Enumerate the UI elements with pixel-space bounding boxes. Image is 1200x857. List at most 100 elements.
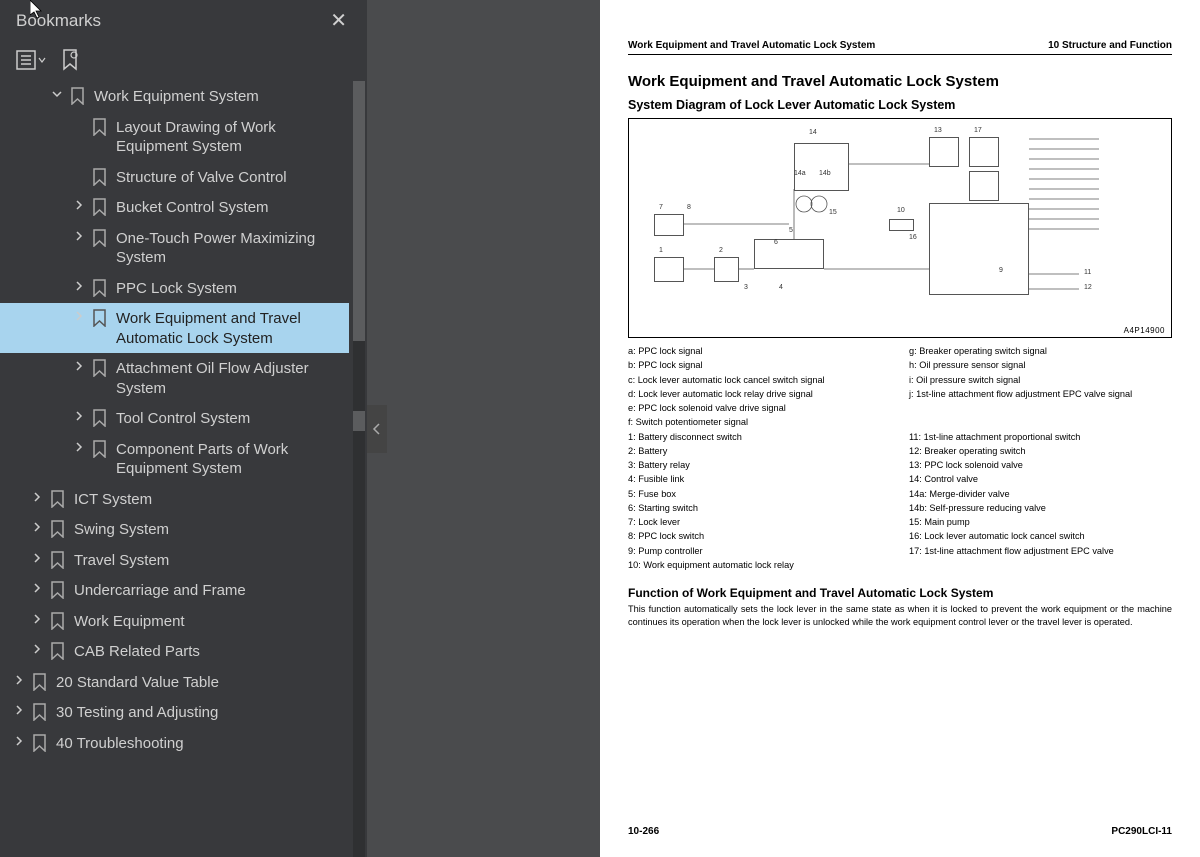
chevron-right-icon[interactable] [28,491,46,503]
collapse-sidebar-icon[interactable] [367,405,387,453]
chevron-right-icon[interactable] [70,199,88,211]
bookmark-item[interactable]: Travel System [0,545,349,576]
bookmark-item[interactable]: Undercarriage and Frame [0,575,349,606]
chevron-right-icon[interactable] [10,674,28,686]
bookmark-label: Bucket Control System [110,197,343,218]
bookmark-label: Work Equipment [68,611,343,632]
header-left: Work Equipment and Travel Automatic Lock… [628,40,875,51]
document-viewport[interactable]: Work Equipment and Travel Automatic Lock… [367,0,1200,857]
diagram-reference: A4P14900 [1124,326,1165,335]
bookmark-icon [88,279,110,297]
bookmark-icon [88,359,110,377]
legend-entry: 11: 1st-line attachment proportional swi… [909,430,1172,444]
bookmark-icon [88,198,110,216]
legend-entry: 14a: Merge-divider valve [909,487,1172,501]
bookmark-item[interactable]: PPC Lock System [0,273,349,304]
close-icon[interactable]: ✕ [322,4,355,37]
chevron-right-icon[interactable] [70,441,88,453]
bookmark-item[interactable]: Attachment Oil Flow Adjuster System [0,353,349,403]
legend-entry: i: Oil pressure switch signal [909,373,1172,387]
function-body: This function automatically sets the loc… [628,603,1172,629]
bookmark-item[interactable]: ICT System [0,484,349,515]
legend-left-column: a: PPC lock signalb: PPC lock signalc: L… [628,344,891,572]
bookmark-label: 20 Standard Value Table [50,672,343,693]
bookmark-label: CAB Related Parts [68,641,343,662]
legend-entry: 2: Battery [628,444,891,458]
scrollbar-thumb[interactable] [353,81,365,341]
chevron-right-icon[interactable] [28,552,46,564]
bookmark-icon [66,87,88,105]
bookmark-icon [46,520,68,538]
bookmark-label: PPC Lock System [110,278,343,299]
bookmark-item[interactable]: Component Parts of Work Equipment System [0,434,349,484]
bookmark-icon [88,440,110,458]
bookmarks-toolbar [0,41,367,81]
legend-entry: 7: Lock lever [628,515,891,529]
page-subtitle: System Diagram of Lock Lever Automatic L… [628,98,1172,112]
chevron-right-icon[interactable] [70,310,88,322]
bookmark-label: ICT System [68,489,343,510]
legend-entry: 16: Lock lever automatic lock cancel swi… [909,529,1172,543]
legend-entry: g: Breaker operating switch signal [909,344,1172,358]
bookmark-item[interactable]: Work Equipment [0,606,349,637]
legend-entry [909,415,1172,429]
legend-entry: 6: Starting switch [628,501,891,515]
chevron-down-icon[interactable] [48,88,66,100]
legend-entry: 8: PPC lock switch [628,529,891,543]
legend-entry: b: PPC lock signal [628,358,891,372]
options-icon[interactable] [16,50,46,70]
bookmark-item[interactable]: Work Equipment and Travel Automatic Lock… [0,303,349,353]
find-bookmark-icon[interactable] [60,49,80,71]
bookmark-item[interactable]: 30 Testing and Adjusting [0,697,349,728]
chevron-right-icon[interactable] [10,704,28,716]
document-page: Work Equipment and Travel Automatic Lock… [600,0,1200,857]
legend-entry [909,401,1172,415]
legend-entry: 14b: Self-pressure reducing valve [909,501,1172,515]
bookmark-label: One-Touch Power Maximizing System [110,228,343,268]
page-header: Work Equipment and Travel Automatic Lock… [628,40,1172,55]
chevron-right-icon[interactable] [10,735,28,747]
bookmark-label: Component Parts of Work Equipment System [110,439,343,479]
chevron-right-icon[interactable] [70,280,88,292]
bookmark-icon [46,551,68,569]
bookmark-item[interactable]: Work Equipment System [0,81,349,112]
chevron-right-icon[interactable] [28,613,46,625]
bookmark-item[interactable]: Structure of Valve Control [0,162,349,193]
bookmark-item[interactable]: Swing System [0,514,349,545]
legend-entry: 15: Main pump [909,515,1172,529]
chevron-right-icon[interactable] [28,521,46,533]
legend-entry: 1: Battery disconnect switch [628,430,891,444]
bookmark-item[interactable]: Tool Control System [0,403,349,434]
bookmark-label: 30 Testing and Adjusting [50,702,343,723]
bookmark-item[interactable]: Layout Drawing of Work Equipment System [0,112,349,162]
bookmark-icon [88,309,110,327]
legend-entry: 3: Battery relay [628,458,891,472]
legend-entry: 14: Control valve [909,472,1172,486]
bookmark-label: Layout Drawing of Work Equipment System [110,117,343,157]
bookmark-item[interactable]: 40 Troubleshooting [0,728,349,759]
bookmark-item[interactable]: Bucket Control System [0,192,349,223]
footer-right: PC290LCI-11 [1111,826,1172,837]
page-footer: 10-266 PC290LCI-11 [628,816,1172,837]
bookmark-icon [28,703,50,721]
bookmark-label: Work Equipment and Travel Automatic Lock… [110,308,343,348]
bookmark-icon [28,734,50,752]
bookmark-label: Attachment Oil Flow Adjuster System [110,358,343,398]
chevron-right-icon[interactable] [28,582,46,594]
chevron-right-icon[interactable] [28,643,46,655]
legend-entry: 13: PPC lock solenoid valve [909,458,1172,472]
chevron-right-icon[interactable] [70,230,88,242]
scrollbar-thumb-secondary[interactable] [353,411,365,431]
bookmark-item[interactable]: One-Touch Power Maximizing System [0,223,349,273]
bookmark-label: Travel System [68,550,343,571]
chevron-right-icon[interactable] [70,360,88,372]
bookmark-label: Tool Control System [110,408,343,429]
bookmark-icon [46,490,68,508]
legend-entry: h: Oil pressure sensor signal [909,358,1172,372]
bookmark-item[interactable]: 20 Standard Value Table [0,667,349,698]
panel-header: Bookmarks ✕ [0,0,367,41]
bookmark-icon [88,168,110,186]
bookmark-item[interactable]: CAB Related Parts [0,636,349,667]
bookmark-icon [88,118,110,136]
chevron-right-icon[interactable] [70,410,88,422]
